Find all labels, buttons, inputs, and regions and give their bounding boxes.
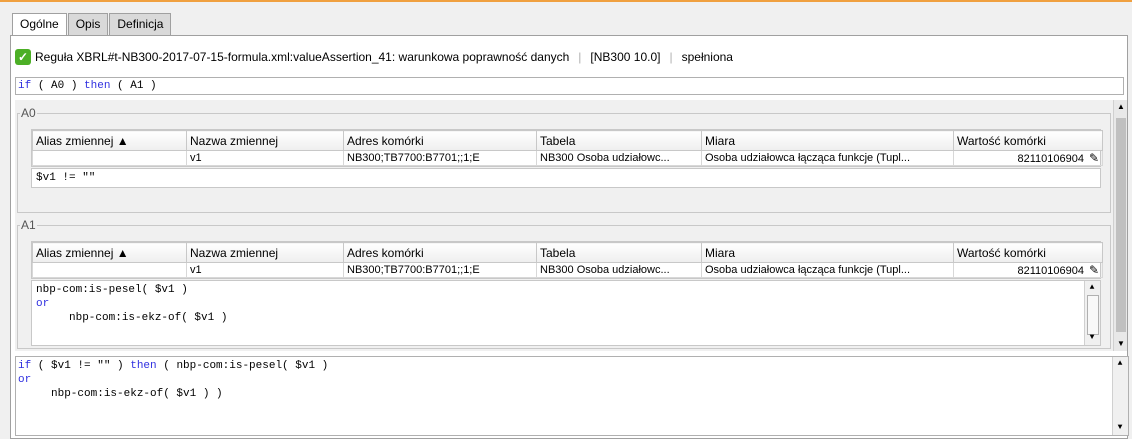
main-vertical-scrollbar[interactable]: ▲ ▼ bbox=[1113, 100, 1127, 351]
variables-table-a1: Alias zmiennej ▲ Nazwa zmiennej Adres ko… bbox=[31, 241, 1103, 279]
cell-address: NB300;TB7700:B7701;;1;E bbox=[343, 262, 537, 278]
table-row[interactable]: v1 NB300;TB7700:B7701;;1;E NB300 Osoba u… bbox=[32, 262, 1103, 278]
scroll-thumb[interactable] bbox=[1087, 295, 1099, 335]
cell-measure: Osoba udziałowca łącząca funkcje (Tupl..… bbox=[701, 150, 954, 166]
cell-name: v1 bbox=[186, 262, 344, 278]
column-header-address[interactable]: Adres komórki bbox=[343, 242, 537, 263]
rule-name: Reguła XBRL#t-NB300-2017-07-15-formula.x… bbox=[35, 50, 570, 64]
full-expression-box[interactable]: if ( $v1 != "" ) then ( nbp-com:is-pesel… bbox=[15, 356, 1129, 436]
cell-address: NB300;TB7700:B7701;;1;E bbox=[343, 150, 537, 166]
cell-table: NB300 Osoba udziałowc... bbox=[536, 150, 702, 166]
check-icon: ✓ bbox=[15, 49, 31, 65]
cell-alias bbox=[32, 150, 187, 166]
cell-name: v1 bbox=[186, 150, 344, 166]
separator: | bbox=[669, 50, 673, 64]
scroll-down-icon[interactable]: ▼ bbox=[1085, 331, 1099, 345]
general-panel: ✓ Reguła XBRL#t-NB300-2017-07-15-formula… bbox=[10, 35, 1129, 439]
pencil-icon[interactable]: ✎ bbox=[1087, 152, 1099, 165]
top-border bbox=[0, 0, 1132, 2]
code-box-a0[interactable]: $v1 != "" bbox=[31, 168, 1101, 188]
code-box-a1-scrollbar[interactable]: ▲ ▼ bbox=[1084, 281, 1100, 345]
separator: | bbox=[578, 50, 582, 64]
cell-value[interactable]: 82110106904 ✎ bbox=[953, 150, 1103, 166]
scroll-up-icon[interactable]: ▲ bbox=[1085, 281, 1099, 295]
report-version: [NB300 10.0] bbox=[590, 50, 661, 64]
scroll-thumb[interactable] bbox=[1116, 118, 1126, 332]
cell-table: NB300 Osoba udziałowc... bbox=[536, 262, 702, 278]
scroll-down-icon[interactable]: ▼ bbox=[1114, 337, 1128, 351]
column-header-name[interactable]: Nazwa zmiennej bbox=[186, 130, 344, 151]
scroll-down-icon[interactable]: ▼ bbox=[1113, 421, 1127, 435]
column-header-value[interactable]: Wartość komórki bbox=[953, 130, 1103, 151]
column-header-address[interactable]: Adres komórki bbox=[343, 130, 537, 151]
variables-table-a0: Alias zmiennej ▲ Nazwa zmiennej Adres ko… bbox=[31, 129, 1103, 167]
tab-definicja[interactable]: Definicja bbox=[109, 13, 172, 35]
cell-value[interactable]: 82110106904 ✎ bbox=[953, 262, 1103, 278]
full-expression-scrollbar[interactable]: ▲ ▼ bbox=[1112, 357, 1128, 435]
column-header-value[interactable]: Wartość komórki bbox=[953, 242, 1103, 263]
column-header-name[interactable]: Nazwa zmiennej bbox=[186, 242, 344, 263]
column-header-alias[interactable]: Alias zmiennej ▲ bbox=[32, 242, 187, 263]
pencil-icon[interactable]: ✎ bbox=[1087, 264, 1099, 277]
column-header-measure[interactable]: Miara bbox=[701, 130, 954, 151]
group-a0-legend: A0 bbox=[21, 106, 36, 120]
column-header-table[interactable]: Tabela bbox=[536, 242, 702, 263]
cell-alias bbox=[32, 262, 187, 278]
variables-scroll-area: A0 Alias zmiennej ▲ Nazwa zmiennej Adres… bbox=[15, 100, 1127, 351]
scroll-up-icon[interactable]: ▲ bbox=[1113, 357, 1127, 371]
table-row[interactable]: v1 NB300;TB7700:B7701;;1;E NB300 Osoba u… bbox=[32, 150, 1103, 166]
tab-bar: Ogólne Opis Definicja bbox=[12, 13, 172, 36]
status-line: ✓ Reguła XBRL#t-NB300-2017-07-15-formula… bbox=[15, 48, 733, 66]
column-header-alias[interactable]: Alias zmiennej ▲ bbox=[32, 130, 187, 151]
expression-bar[interactable]: if ( A0 ) then ( A1 ) bbox=[15, 77, 1124, 95]
tab-opis[interactable]: Opis bbox=[67, 13, 109, 35]
result-status: spełniona bbox=[681, 50, 733, 64]
tab-ogolne[interactable]: Ogólne bbox=[12, 13, 67, 36]
column-header-table[interactable]: Tabela bbox=[536, 130, 702, 151]
cell-measure: Osoba udziałowca łącząca funkcje (Tupl..… bbox=[701, 262, 954, 278]
code-box-a1[interactable]: nbp-com:is-pesel( $v1 ) or nbp-com:is-ek… bbox=[31, 280, 1101, 346]
group-a1-legend: A1 bbox=[21, 218, 36, 232]
column-header-measure[interactable]: Miara bbox=[701, 242, 954, 263]
scroll-up-icon[interactable]: ▲ bbox=[1114, 100, 1128, 114]
